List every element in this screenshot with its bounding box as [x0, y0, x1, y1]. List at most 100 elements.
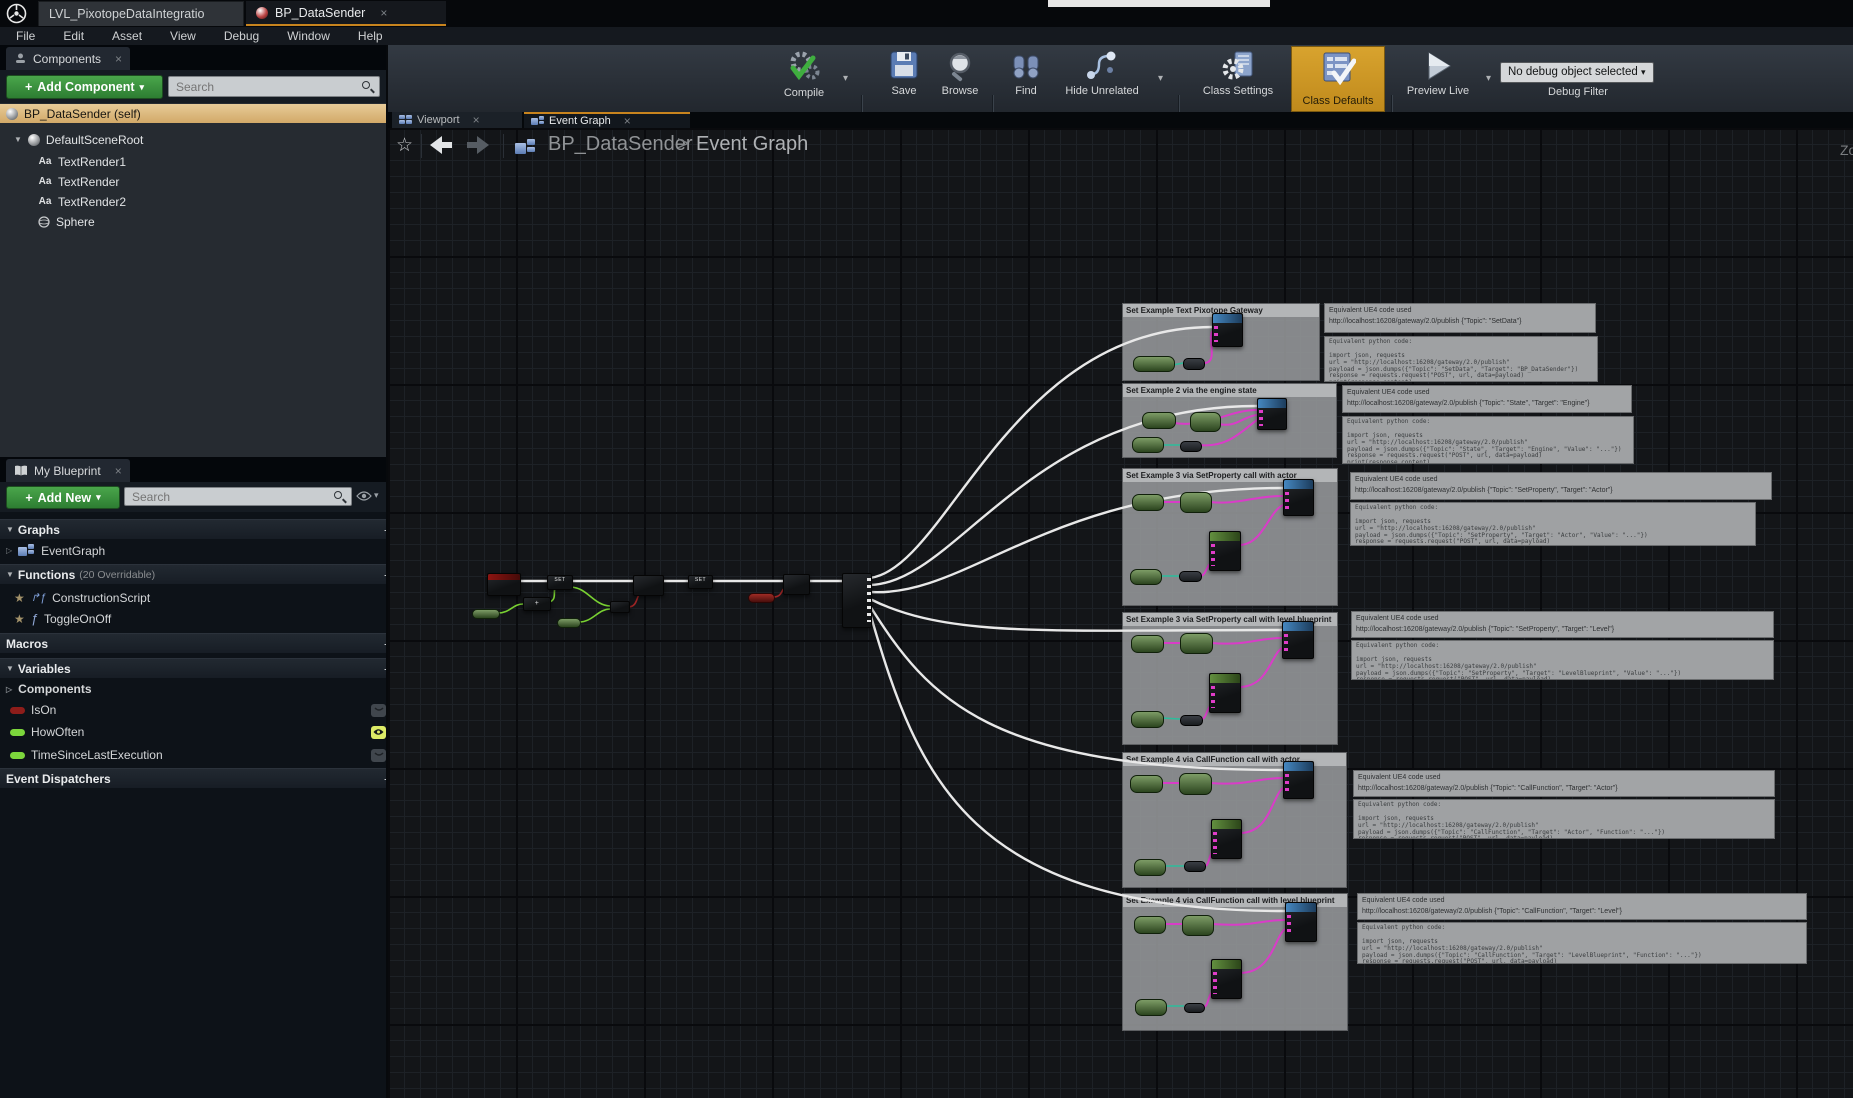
make-struct-node[interactable] [1211, 819, 1242, 859]
forward-arrow-icon[interactable] [467, 136, 489, 154]
myblueprint-search[interactable] [124, 487, 352, 506]
expand-arrow-icon[interactable]: ▼ [14, 135, 22, 144]
tab-my-blueprint[interactable]: My Blueprint × [6, 459, 130, 482]
asset-tab-bp-datasender[interactable]: BP_DataSender × [246, 1, 446, 26]
compile-options-caret[interactable]: ▾ [843, 73, 848, 84]
debug-object-dropdown[interactable]: No debug object selected ▾ [1500, 62, 1654, 83]
chevron-down-icon[interactable]: ▾ [374, 490, 379, 501]
variable-get-node[interactable] [1133, 356, 1175, 372]
close-icon[interactable]: × [624, 114, 631, 128]
branch-node[interactable] [783, 574, 810, 595]
make-struct-node[interactable] [1211, 959, 1242, 999]
tab-event-graph[interactable]: Event Graph × [524, 112, 690, 128]
section-variables[interactable]: ▼ Variables + [0, 658, 398, 678]
code-comment[interactable]: Equivalent python code: import json, req… [1351, 640, 1774, 680]
variable-get-node[interactable] [1135, 999, 1167, 1016]
event-tick-node[interactable] [487, 573, 521, 596]
variable-get-node[interactable] [1180, 633, 1213, 654]
component-row[interactable]: Aa TextRender1 [38, 153, 126, 170]
code-comment[interactable]: Equivalent python code: import json, req… [1353, 799, 1775, 839]
collapse-arrow-icon[interactable]: ▷ [6, 546, 12, 555]
browse-button[interactable]: Browse [932, 50, 988, 97]
close-icon[interactable]: × [380, 6, 387, 20]
breadcrumb-root[interactable]: BP_DataSender [548, 133, 693, 156]
variable-get-node[interactable] [1142, 412, 1176, 429]
variable-get-node[interactable] [1131, 635, 1164, 653]
close-icon[interactable]: × [473, 113, 480, 127]
code-comment[interactable]: Equivalent python code: import json, req… [1342, 416, 1634, 464]
close-icon[interactable]: × [115, 52, 122, 66]
function-call-node[interactable] [1283, 761, 1314, 799]
variable-get-node[interactable] [1179, 773, 1212, 795]
function-call-node[interactable] [1282, 621, 1314, 659]
class-settings-button[interactable]: Class Settings [1196, 50, 1280, 97]
back-arrow-icon[interactable] [430, 136, 452, 154]
tab-components[interactable]: Components × [6, 47, 130, 70]
row-variable-timesince[interactable]: TimeSinceLastExecution [4, 745, 392, 765]
menu-help[interactable]: Help [344, 27, 397, 45]
eye-closed-icon[interactable] [371, 749, 386, 762]
compile-button[interactable]: Compile [768, 50, 840, 99]
convert-node[interactable] [1184, 1003, 1205, 1013]
note-comment[interactable]: Equivalent UE4 code used http://localhos… [1353, 770, 1775, 797]
component-row-self[interactable]: BP_DataSender (self) [0, 104, 398, 123]
menu-file[interactable]: File [2, 27, 49, 45]
function-call-node[interactable] [1285, 902, 1317, 942]
hide-unrelated-caret[interactable]: ▾ [1158, 73, 1163, 84]
note-comment[interactable]: Equivalent UE4 code used http://localhos… [1357, 893, 1807, 920]
note-comment[interactable]: Equivalent UE4 code used http://localhos… [1351, 611, 1774, 638]
save-button[interactable]: Save [878, 50, 930, 97]
variable-get-node[interactable] [1180, 492, 1212, 513]
section-macros[interactable]: Macros + [0, 633, 398, 653]
menu-view[interactable]: View [156, 27, 210, 45]
myblueprint-search-input[interactable] [130, 489, 334, 505]
component-row[interactable]: ▼ DefaultSceneRoot [14, 131, 143, 148]
variable-get-node[interactable] [1130, 775, 1163, 793]
variable-get-node[interactable] [1132, 494, 1164, 511]
convert-node[interactable] [1180, 441, 1202, 452]
convert-node[interactable] [1183, 358, 1205, 370]
convert-node[interactable] [1180, 715, 1203, 726]
note-comment[interactable]: Equivalent UE4 code used http://localhos… [1342, 385, 1632, 413]
class-defaults-button[interactable]: Class Defaults [1291, 46, 1385, 112]
row-variable-ison[interactable]: IsOn [4, 700, 392, 720]
convert-node[interactable] [1179, 571, 1202, 582]
variable-get-node[interactable] [1134, 916, 1166, 934]
section-functions[interactable]: ▼ Functions (20 Overridable) + [0, 564, 398, 584]
variable-get-node[interactable] [1132, 437, 1164, 453]
float-get-node[interactable] [472, 609, 500, 619]
find-button[interactable]: Find [1002, 50, 1050, 97]
row-constructionscript[interactable]: ★ ↱ƒ ConstructionScript [8, 588, 156, 607]
bool-get-node[interactable] [748, 593, 775, 603]
add-component-button[interactable]: + Add Component ▾ [6, 75, 163, 99]
note-comment[interactable]: Equivalent UE4 code used http://localhos… [1324, 303, 1596, 333]
variable-get-node[interactable] [1182, 915, 1214, 936]
menu-asset[interactable]: Asset [98, 27, 156, 45]
section-event-dispatchers[interactable]: Event Dispatchers + [0, 768, 398, 788]
row-variable-howoften[interactable]: HowOften [4, 722, 392, 742]
add-node[interactable]: + [523, 597, 551, 611]
hide-unrelated-button[interactable]: Hide Unrelated [1056, 50, 1148, 97]
variable-get-node[interactable] [1190, 412, 1221, 432]
component-row[interactable]: Aa TextRender2 [38, 193, 126, 210]
note-comment[interactable]: Equivalent UE4 code used http://localhos… [1350, 472, 1772, 500]
component-row[interactable]: Aa TextRender [38, 173, 119, 190]
favorite-star-icon[interactable]: ☆ [396, 134, 413, 157]
preview-live-caret[interactable]: ▾ [1486, 73, 1491, 84]
menu-edit[interactable]: Edit [49, 27, 98, 45]
eye-filter-icon[interactable] [356, 490, 372, 502]
event-graph-canvas[interactable]: ☆ BP_DataSender > Event Graph Zo Set Exa… [388, 128, 1853, 1098]
component-row[interactable]: Sphere [38, 213, 95, 230]
make-struct-node[interactable] [1209, 673, 1241, 713]
preview-live-button[interactable]: Preview Live [1400, 50, 1476, 97]
make-struct-node[interactable] [1209, 531, 1241, 571]
compare-node[interactable] [610, 601, 630, 613]
convert-node[interactable] [1184, 861, 1206, 872]
collapse-arrow-icon[interactable]: ▷ [6, 685, 12, 694]
tab-viewport[interactable]: Viewport × [392, 112, 522, 128]
favorite-star-icon[interactable]: ★ [14, 612, 25, 626]
favorite-star-icon[interactable]: ★ [14, 591, 25, 605]
row-toggleonoff[interactable]: ★ ƒ ToggleOnOff [8, 609, 117, 628]
branch-node[interactable] [633, 575, 664, 596]
eye-open-icon[interactable] [371, 726, 386, 739]
